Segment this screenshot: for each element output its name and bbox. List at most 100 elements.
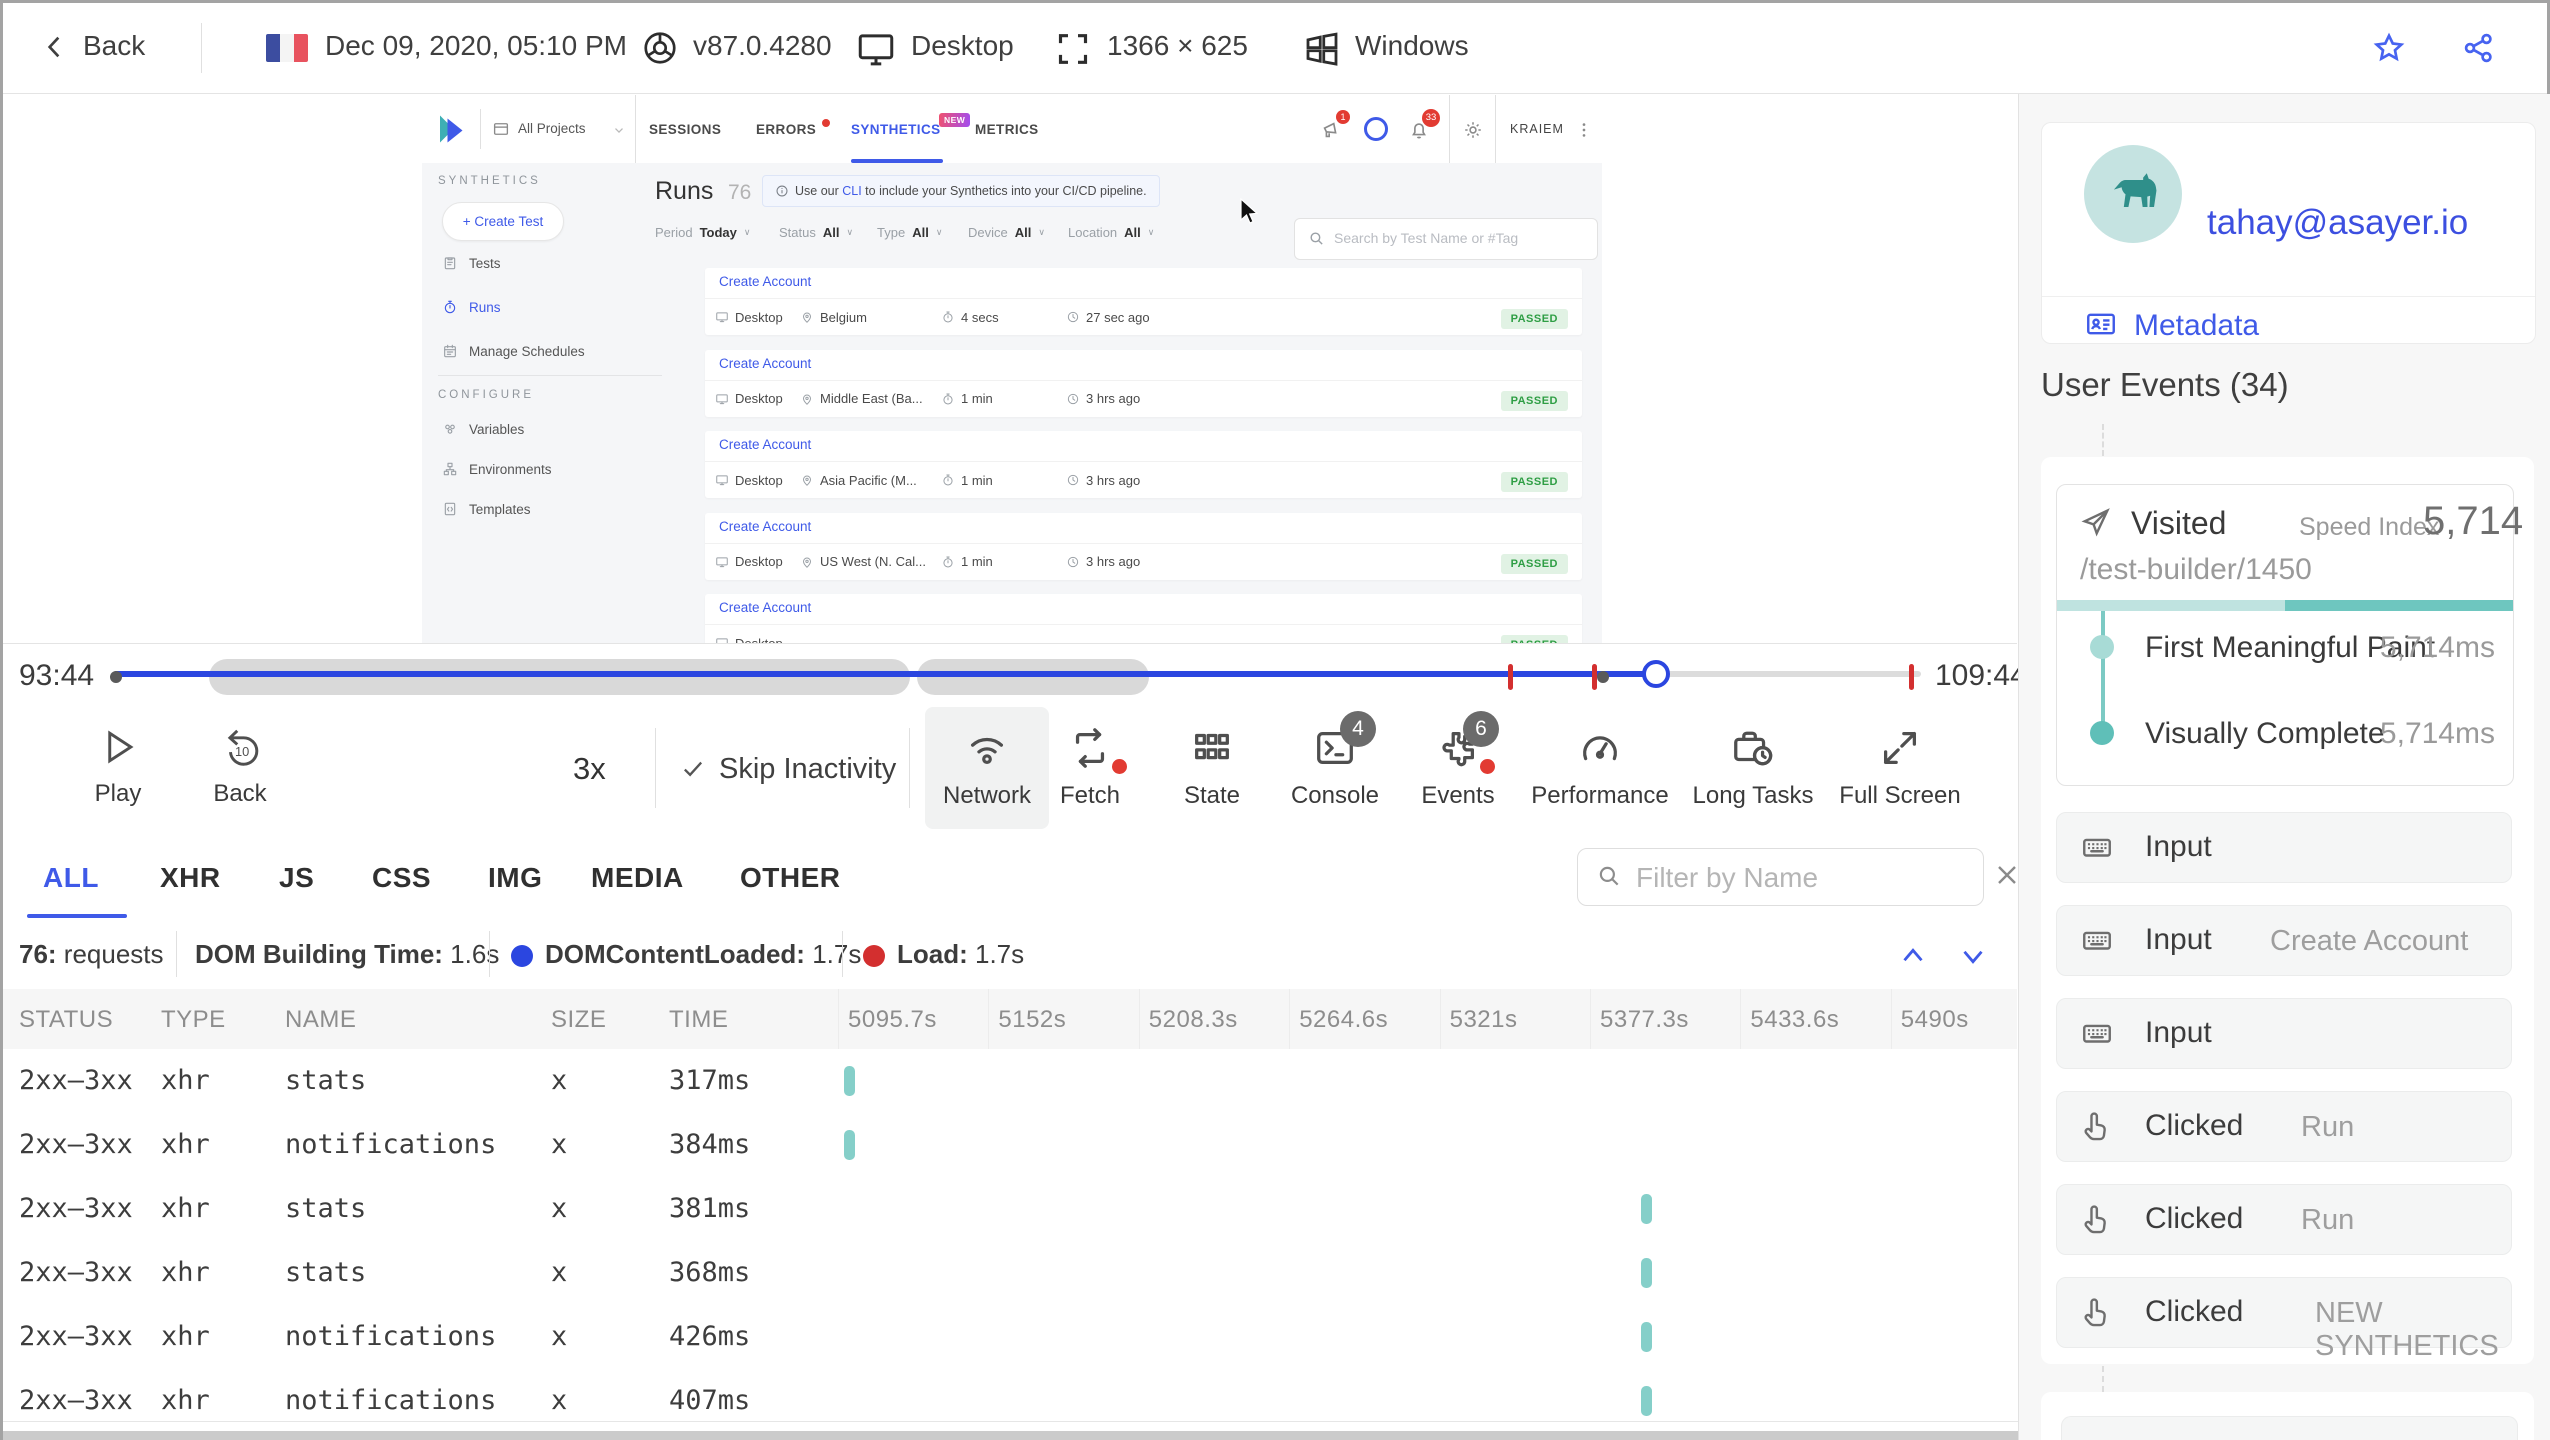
table-row[interactable]: 2xx–3xx xhr notifications x 384ms [3, 1113, 2017, 1177]
app-logo-icon [434, 111, 470, 147]
network-tab-js[interactable]: JS [279, 862, 314, 894]
error-tick [1508, 664, 1513, 690]
panel-button-console[interactable]: 4 Console [1275, 707, 1395, 829]
network-tab-css[interactable]: CSS [372, 862, 431, 894]
network-tab-img[interactable]: IMG [488, 862, 542, 894]
event-dot [110, 671, 122, 683]
tab-sessions[interactable]: SESSIONS [649, 122, 721, 137]
sidebar-item-label: Tests [469, 255, 501, 271]
sidebar-item-label: Templates [469, 501, 531, 517]
filter-device[interactable]: Device All ∨ [968, 225, 1045, 240]
project-selector[interactable]: All Projects [518, 121, 586, 136]
tab-metrics[interactable]: METRICS [975, 122, 1039, 137]
meta-text: 4 secs [961, 309, 999, 325]
jump-up-icon[interactable] [1896, 939, 1930, 973]
cli-link[interactable]: CLI [842, 184, 861, 198]
back-button[interactable]: Back [83, 30, 145, 62]
tab-synthetics[interactable]: SYNTHETICS [851, 122, 941, 137]
back-10-icon: 10 [227, 729, 259, 766]
network-tab-other[interactable]: OTHER [740, 862, 841, 894]
sidebar-item-runs[interactable]: Runs [442, 299, 501, 315]
panel-button-fetch[interactable]: Fetch [1030, 707, 1150, 829]
cell-name: notifications [285, 1321, 497, 1352]
table-row[interactable]: 2xx–3xx xhr stats x 368ms [3, 1241, 2017, 1305]
sidebar-item-templates[interactable]: Templates [442, 501, 531, 517]
runs-search-input[interactable]: Search by Test Name or #Tag [1294, 218, 1598, 260]
panel-button-performance[interactable]: Performance [1525, 707, 1675, 829]
meta-text: Desktop [735, 391, 783, 406]
sidebar-item-variables[interactable]: Variables [442, 421, 524, 437]
run-name-link[interactable]: Create Account [719, 600, 811, 615]
run-card[interactable]: Create Account Desktop Asia Pacific (M... 1… [705, 431, 1582, 498]
skip-inactivity-label[interactable]: Skip Inactivity [719, 753, 896, 786]
tab-errors[interactable]: ERRORS [756, 122, 816, 137]
share-icon[interactable] [2461, 30, 2497, 66]
run-detail-row: Desktop US West (N. Cal... 1 min 3 hrs ago [705, 542, 1582, 580]
visited-card[interactable]: Visited Speed Index 5,714 /test-builder/… [2056, 484, 2523, 786]
filter-location[interactable]: Location All ∨ [1068, 225, 1154, 240]
run-name-link[interactable]: Create Account [719, 356, 811, 371]
os-name: Windows [1355, 30, 1469, 61]
monitor-icon [715, 555, 729, 569]
network-tab-xhr[interactable]: XHR [160, 862, 221, 894]
run-card[interactable]: Create Account Desktop Middle East (Ba... 1… [705, 349, 1582, 417]
back-chevron-icon[interactable] [39, 31, 71, 63]
user-event-card[interactable]: Input [2056, 998, 2512, 1069]
user-email[interactable]: tahay@asayer.io [2207, 203, 2468, 243]
user-event-card[interactable]: Input Create Account [2056, 905, 2512, 976]
sidebar-item-tests[interactable]: Tests [442, 255, 501, 271]
settings-gear-icon[interactable] [1462, 119, 1484, 141]
panel-button-state[interactable]: State [1152, 707, 1272, 829]
run-name-link[interactable]: Create Account [719, 437, 811, 452]
network-tab-all[interactable]: ALL [43, 862, 99, 894]
filter-value: All [912, 225, 929, 240]
network-filter-input[interactable]: Filter by Name [1577, 848, 1984, 906]
keyboard-icon [2080, 830, 2114, 864]
kebab-menu-icon[interactable] [1574, 118, 1594, 142]
run-name-link[interactable]: Create Account [719, 274, 811, 289]
back-10s-button[interactable]: 10 Back [185, 725, 295, 808]
play-button[interactable]: Play [63, 725, 173, 808]
skip-inactivity-check-icon[interactable] [679, 755, 707, 783]
user-event-card[interactable]: Clicked NEW SYNTHETICS [2056, 1277, 2512, 1362]
run-name-link[interactable]: Create Account [719, 519, 811, 534]
table-row[interactable]: 2xx–3xx xhr stats x 381ms [3, 1177, 2017, 1241]
panel-button-full-screen[interactable]: Full Screen [1825, 707, 1975, 829]
monitor-icon [715, 636, 729, 643]
filter-status[interactable]: Status All ∨ [779, 225, 853, 240]
meta-text: 1 min [961, 472, 993, 488]
stopwatch-icon [941, 392, 955, 406]
timeline-connector [2102, 424, 2104, 456]
divider [438, 375, 662, 376]
run-card[interactable]: Create Account Desktop US West (N. Cal... 1… [705, 512, 1582, 580]
speed-toggle[interactable]: 3x [573, 751, 606, 787]
panel-button-events[interactable]: 6 Events [1398, 707, 1518, 829]
filter-type[interactable]: Type All ∨ [877, 225, 942, 240]
jump-down-icon[interactable] [1956, 939, 1990, 973]
user-menu[interactable]: KRAIEM [1510, 122, 1564, 136]
user-event-card[interactable]: Clicked Run [2056, 1184, 2512, 1255]
table-row[interactable]: 2xx–3xx xhr notifications x 407ms [3, 1369, 2017, 1421]
sidebar-item-environments[interactable]: Environments [442, 461, 552, 477]
windows-os-icon [1301, 28, 1343, 70]
metadata-button[interactable]: Metadata [2134, 309, 2259, 343]
meta-text: Middle East (Ba... [820, 391, 923, 406]
playhead[interactable] [1642, 660, 1670, 688]
expand-icon [1877, 725, 1923, 771]
network-tab-media[interactable]: MEDIA [591, 862, 684, 894]
country-flag-icon [266, 34, 308, 62]
table-row[interactable]: 2xx–3xx xhr notifications x 426ms [3, 1305, 2017, 1369]
side-section-label: SYNTHETICS [438, 175, 541, 187]
cell-time: 384ms [669, 1129, 751, 1160]
sidebar-item-manage-schedules[interactable]: Manage Schedules [442, 343, 585, 359]
user-event-card[interactable]: Clicked Run [2056, 1091, 2512, 1162]
panel-button-long-tasks[interactable]: Long Tasks [1678, 707, 1828, 829]
run-card[interactable]: Create Account Desktop PASSED [705, 594, 1582, 643]
clock-icon [1066, 310, 1080, 324]
create-test-button[interactable]: + Create Test [442, 202, 564, 241]
favorite-star-icon[interactable] [2371, 30, 2407, 66]
run-card[interactable]: Create Account Desktop Belgium 4 secs 27 sec… [705, 268, 1582, 335]
user-event-card[interactable]: Input [2056, 812, 2512, 883]
filter-period[interactable]: Period Today ∨ [655, 225, 751, 240]
table-row[interactable]: 2xx–3xx xhr stats x 317ms [3, 1049, 2017, 1113]
